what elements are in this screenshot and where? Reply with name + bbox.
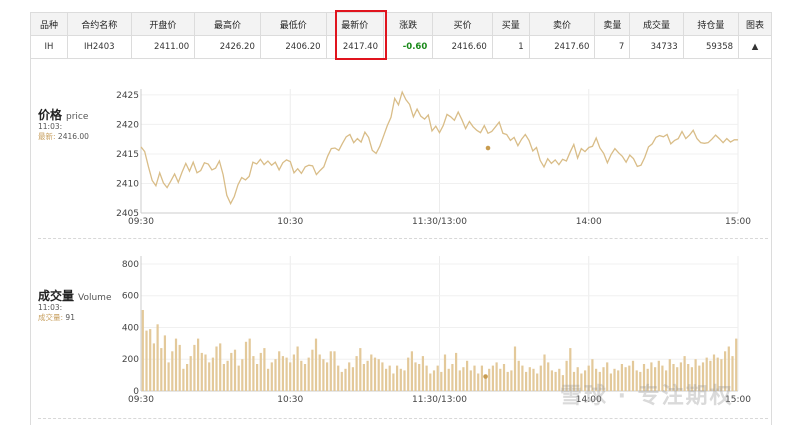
price-x-tick-label: 14:00 <box>576 217 602 227</box>
price-y-tick-label: 2415 <box>116 150 139 160</box>
price-cursor-point <box>485 145 491 151</box>
price-x-tick-label: 15:00 <box>725 217 751 227</box>
price-y-tick-label: 2405 <box>116 209 139 219</box>
watermark: 雪球 · 专注期权 <box>560 384 734 409</box>
price-y-tick-label: 2410 <box>116 179 139 189</box>
price-y-tick-label: 2425 <box>116 91 139 101</box>
price-y-tick-label: 2420 <box>116 120 139 130</box>
price-x-tick-label: 10:30 <box>277 217 303 227</box>
price-chart[interactable]: 09:30 10:30 11:30/13:00 14:00 15:00240524102… <box>0 0 800 425</box>
price-x-tick-label: 11:30/13:00 <box>412 217 467 227</box>
